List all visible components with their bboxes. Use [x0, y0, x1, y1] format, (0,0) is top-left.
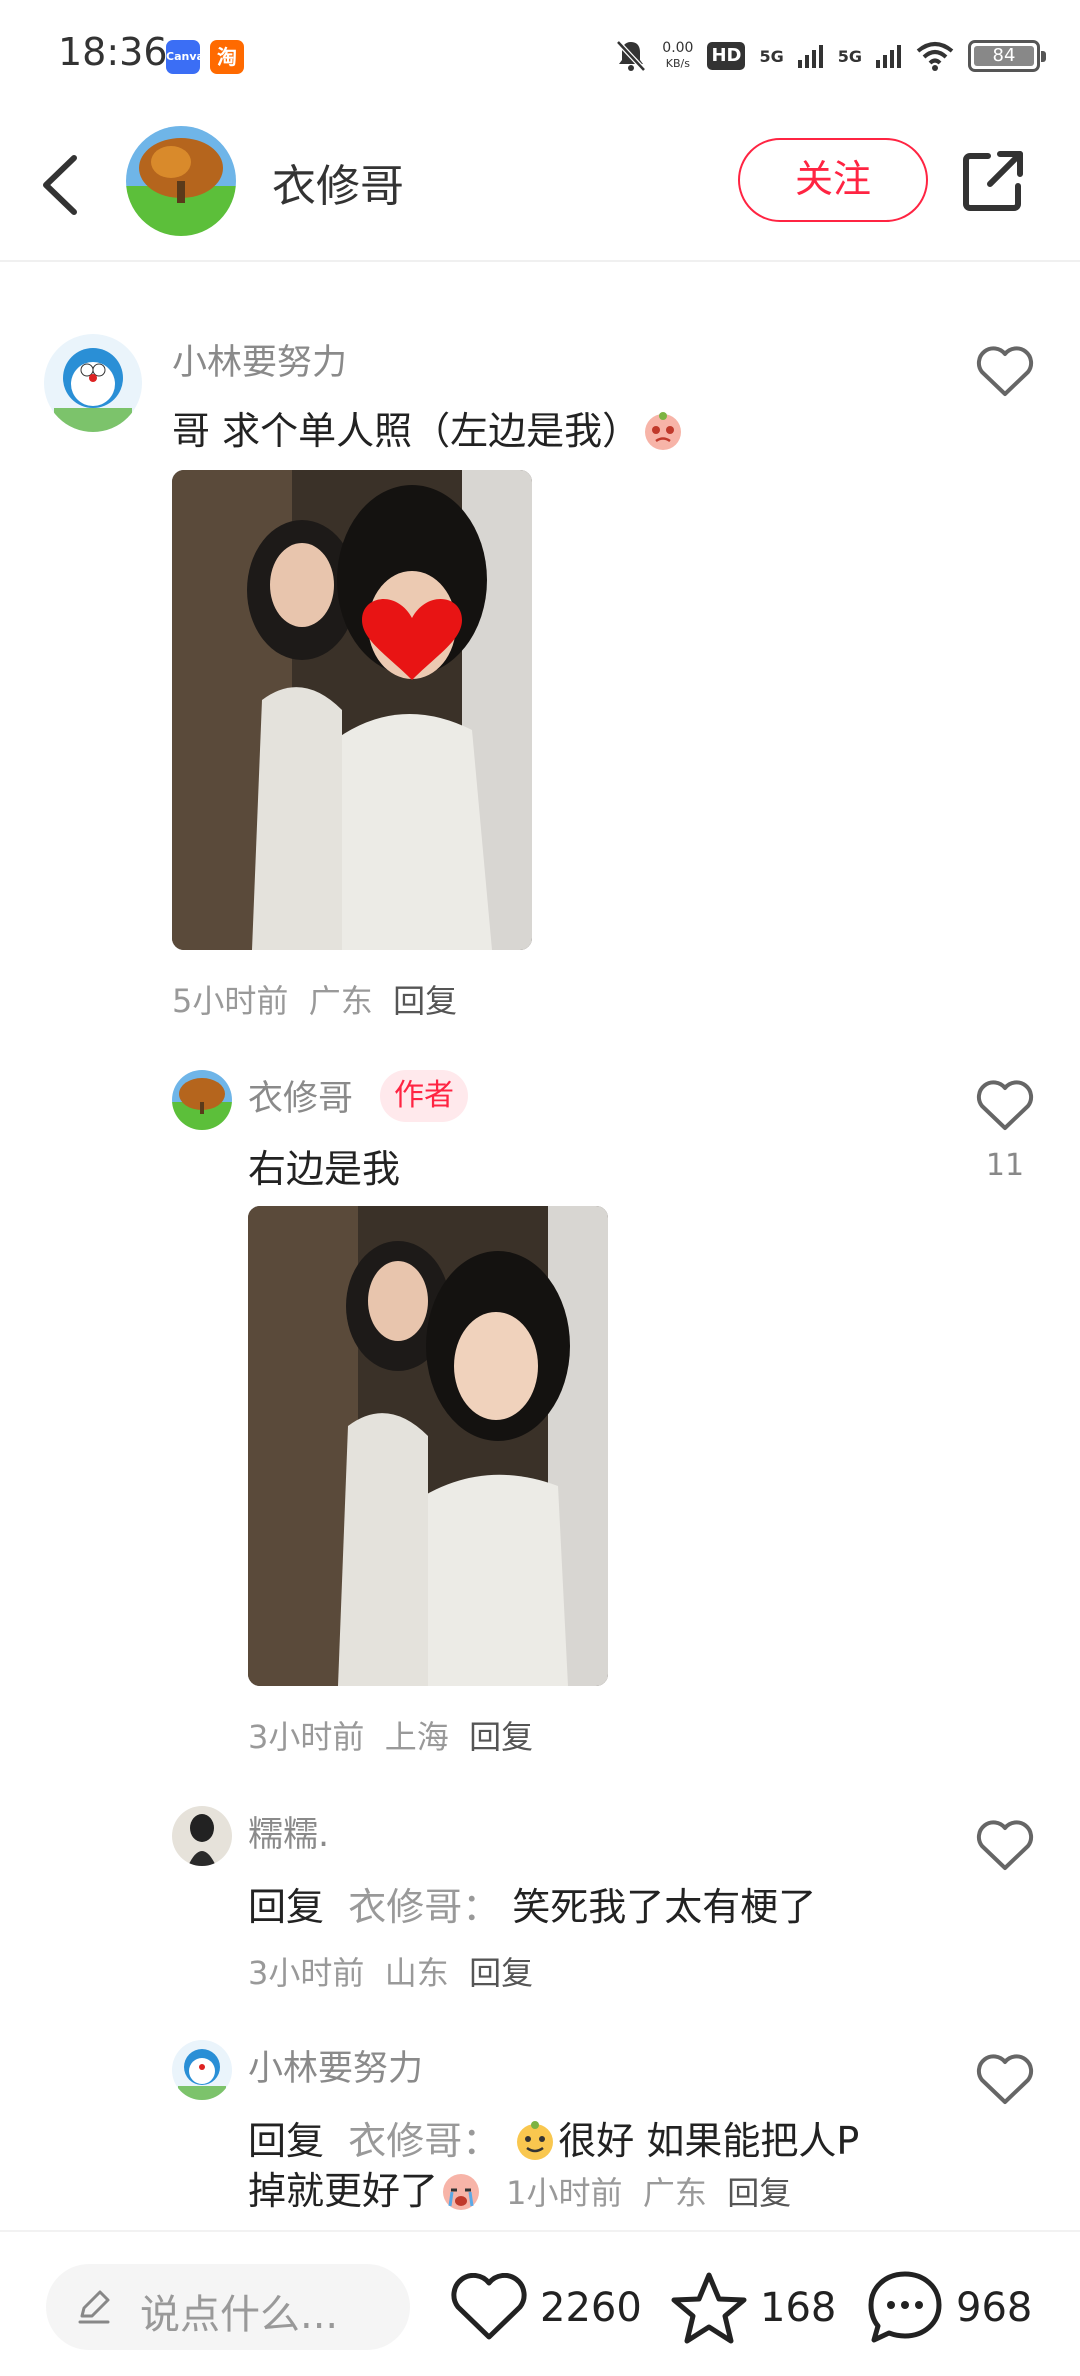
replier-name[interactable]: 小林要努力 — [248, 2040, 423, 2091]
replier-avatar[interactable] — [172, 1070, 232, 1130]
reply-time: 3小时前 — [248, 1954, 365, 1992]
commenter-avatar[interactable] — [44, 334, 142, 432]
reply-text: 右边是我 — [248, 1147, 401, 1191]
signal-bars-icon — [797, 45, 823, 68]
reply-item: 小林要努力 回复 衣修哥： 很好 如果能把人P 掉就更好了 1小时前 广东 回复 — [0, 2034, 1080, 2230]
author-tag: 作者 — [380, 1070, 468, 1122]
reply-button[interactable]: 回复 — [727, 2174, 791, 2212]
wifi-icon — [916, 42, 954, 71]
reply-location: 上海 — [384, 1718, 449, 1756]
reply-to-user[interactable]: 衣修哥： — [348, 1885, 500, 1929]
heart-icon — [451, 2273, 527, 2340]
reply-item: 糯糯. 回复 衣修哥： 笑死我了太有梗了 3小时前 山东 回复 — [0, 1800, 1080, 2000]
back-icon[interactable] — [36, 152, 86, 218]
mute-bell-icon — [616, 40, 647, 72]
signal-5g-2: 5G — [837, 46, 862, 66]
signal-bars-icon — [876, 45, 901, 68]
pen-icon — [78, 2290, 110, 2324]
comment-action[interactable]: 968 — [866, 2270, 1032, 2346]
reply-to-user[interactable]: 衣修哥： — [348, 2119, 500, 2163]
collect-count: 168 — [760, 2285, 837, 2331]
comment-time: 5小时前 — [172, 982, 289, 1020]
crying-emoji-icon — [443, 2174, 480, 2210]
reply-text: 回复 衣修哥： 笑死我了太有梗了 — [248, 1885, 817, 1929]
heart-icon[interactable] — [976, 346, 1034, 398]
follow-button[interactable]: 关注 — [738, 138, 928, 222]
comment-location: 广东 — [308, 982, 373, 1020]
net-speed: 0.00 KB/s — [662, 40, 694, 71]
status-time: 18:36 — [58, 30, 168, 74]
comment-input[interactable]: 说点什么... — [46, 2264, 410, 2350]
commenter-name[interactable]: 小林要努力 — [172, 334, 347, 385]
reply-location: 山东 — [384, 1954, 449, 1992]
reply-item: 衣修哥 作者 11 右边是我 3小时前 上海 回复 — [0, 1060, 1080, 1780]
reply-button[interactable]: 回复 — [393, 982, 457, 1020]
pleading-emoji-icon — [645, 412, 682, 450]
comment-count: 968 — [956, 2285, 1033, 2331]
status-bar: 18:36 Canva 淘 0.00 KB/s HD 5G 5G 84 — [0, 0, 1080, 110]
reply-text-line2: 掉就更好了 1小时前 广东 回复 — [248, 2169, 792, 2213]
replier-avatar[interactable] — [172, 2040, 232, 2100]
reply-photo[interactable] — [248, 1206, 608, 1686]
bottom-action-bar: 说点什么... 2260 168 968 — [0, 2230, 1080, 2376]
reply-time: 3小时前 — [248, 1718, 365, 1756]
comment-item: 小林要努力 哥 求个单人照（左边是我） 5小时前 广东 回复 — [0, 300, 1080, 1040]
comment-icon — [868, 2271, 942, 2343]
comment-photo[interactable] — [172, 470, 532, 950]
like-count: 11 — [985, 1148, 1025, 1183]
reply-time: 1小时前 — [506, 2174, 623, 2212]
battery-indicator: 84 — [968, 40, 1046, 72]
author-avatar[interactable] — [126, 126, 236, 236]
like-action[interactable]: 2260 — [450, 2270, 642, 2346]
comment-meta: 5小时前 广东 回复 — [172, 976, 457, 1022]
author-name[interactable]: 衣修哥 — [272, 150, 404, 214]
thumbs-up-emoji-icon — [517, 2121, 554, 2160]
replier-name[interactable]: 衣修哥 — [248, 1070, 353, 1121]
share-icon[interactable] — [958, 146, 1028, 216]
like-count-total: 2260 — [540, 2285, 642, 2331]
hd-voice-badge: HD — [707, 42, 746, 70]
reply-location: 广东 — [642, 2174, 707, 2212]
reply-button[interactable]: 回复 — [469, 1718, 533, 1756]
post-header: 衣修哥 关注 — [0, 110, 1080, 262]
heart-icon[interactable] — [976, 1820, 1034, 1872]
canva-app-icon: Canva — [166, 40, 204, 74]
comment-text: 哥 求个单人照（左边是我） — [172, 400, 686, 455]
heart-icon[interactable] — [976, 2054, 1034, 2106]
replier-name[interactable]: 糯糯. — [248, 1806, 329, 1857]
taobao-app-icon: 淘 — [210, 40, 244, 74]
reply-meta: 1小时前 广东 回复 — [506, 2174, 791, 2212]
replier-avatar[interactable] — [172, 1806, 232, 1866]
comment-input-placeholder: 说点什么... — [140, 2292, 339, 2338]
reply-text: 回复 衣修哥： 很好 如果能把人P — [248, 2119, 860, 2163]
reply-button[interactable]: 回复 — [469, 1954, 533, 1992]
status-indicators: 0.00 KB/s HD 5G 5G 84 — [614, 34, 1046, 78]
reply-meta: 3小时前 上海 回复 — [248, 1712, 533, 1758]
heart-icon[interactable] — [976, 1080, 1034, 1132]
star-icon — [671, 2272, 747, 2344]
collect-action[interactable]: 168 — [670, 2270, 836, 2346]
signal-5g-1: 5G — [759, 46, 784, 66]
reply-meta: 3小时前 山东 回复 — [248, 1948, 533, 1994]
